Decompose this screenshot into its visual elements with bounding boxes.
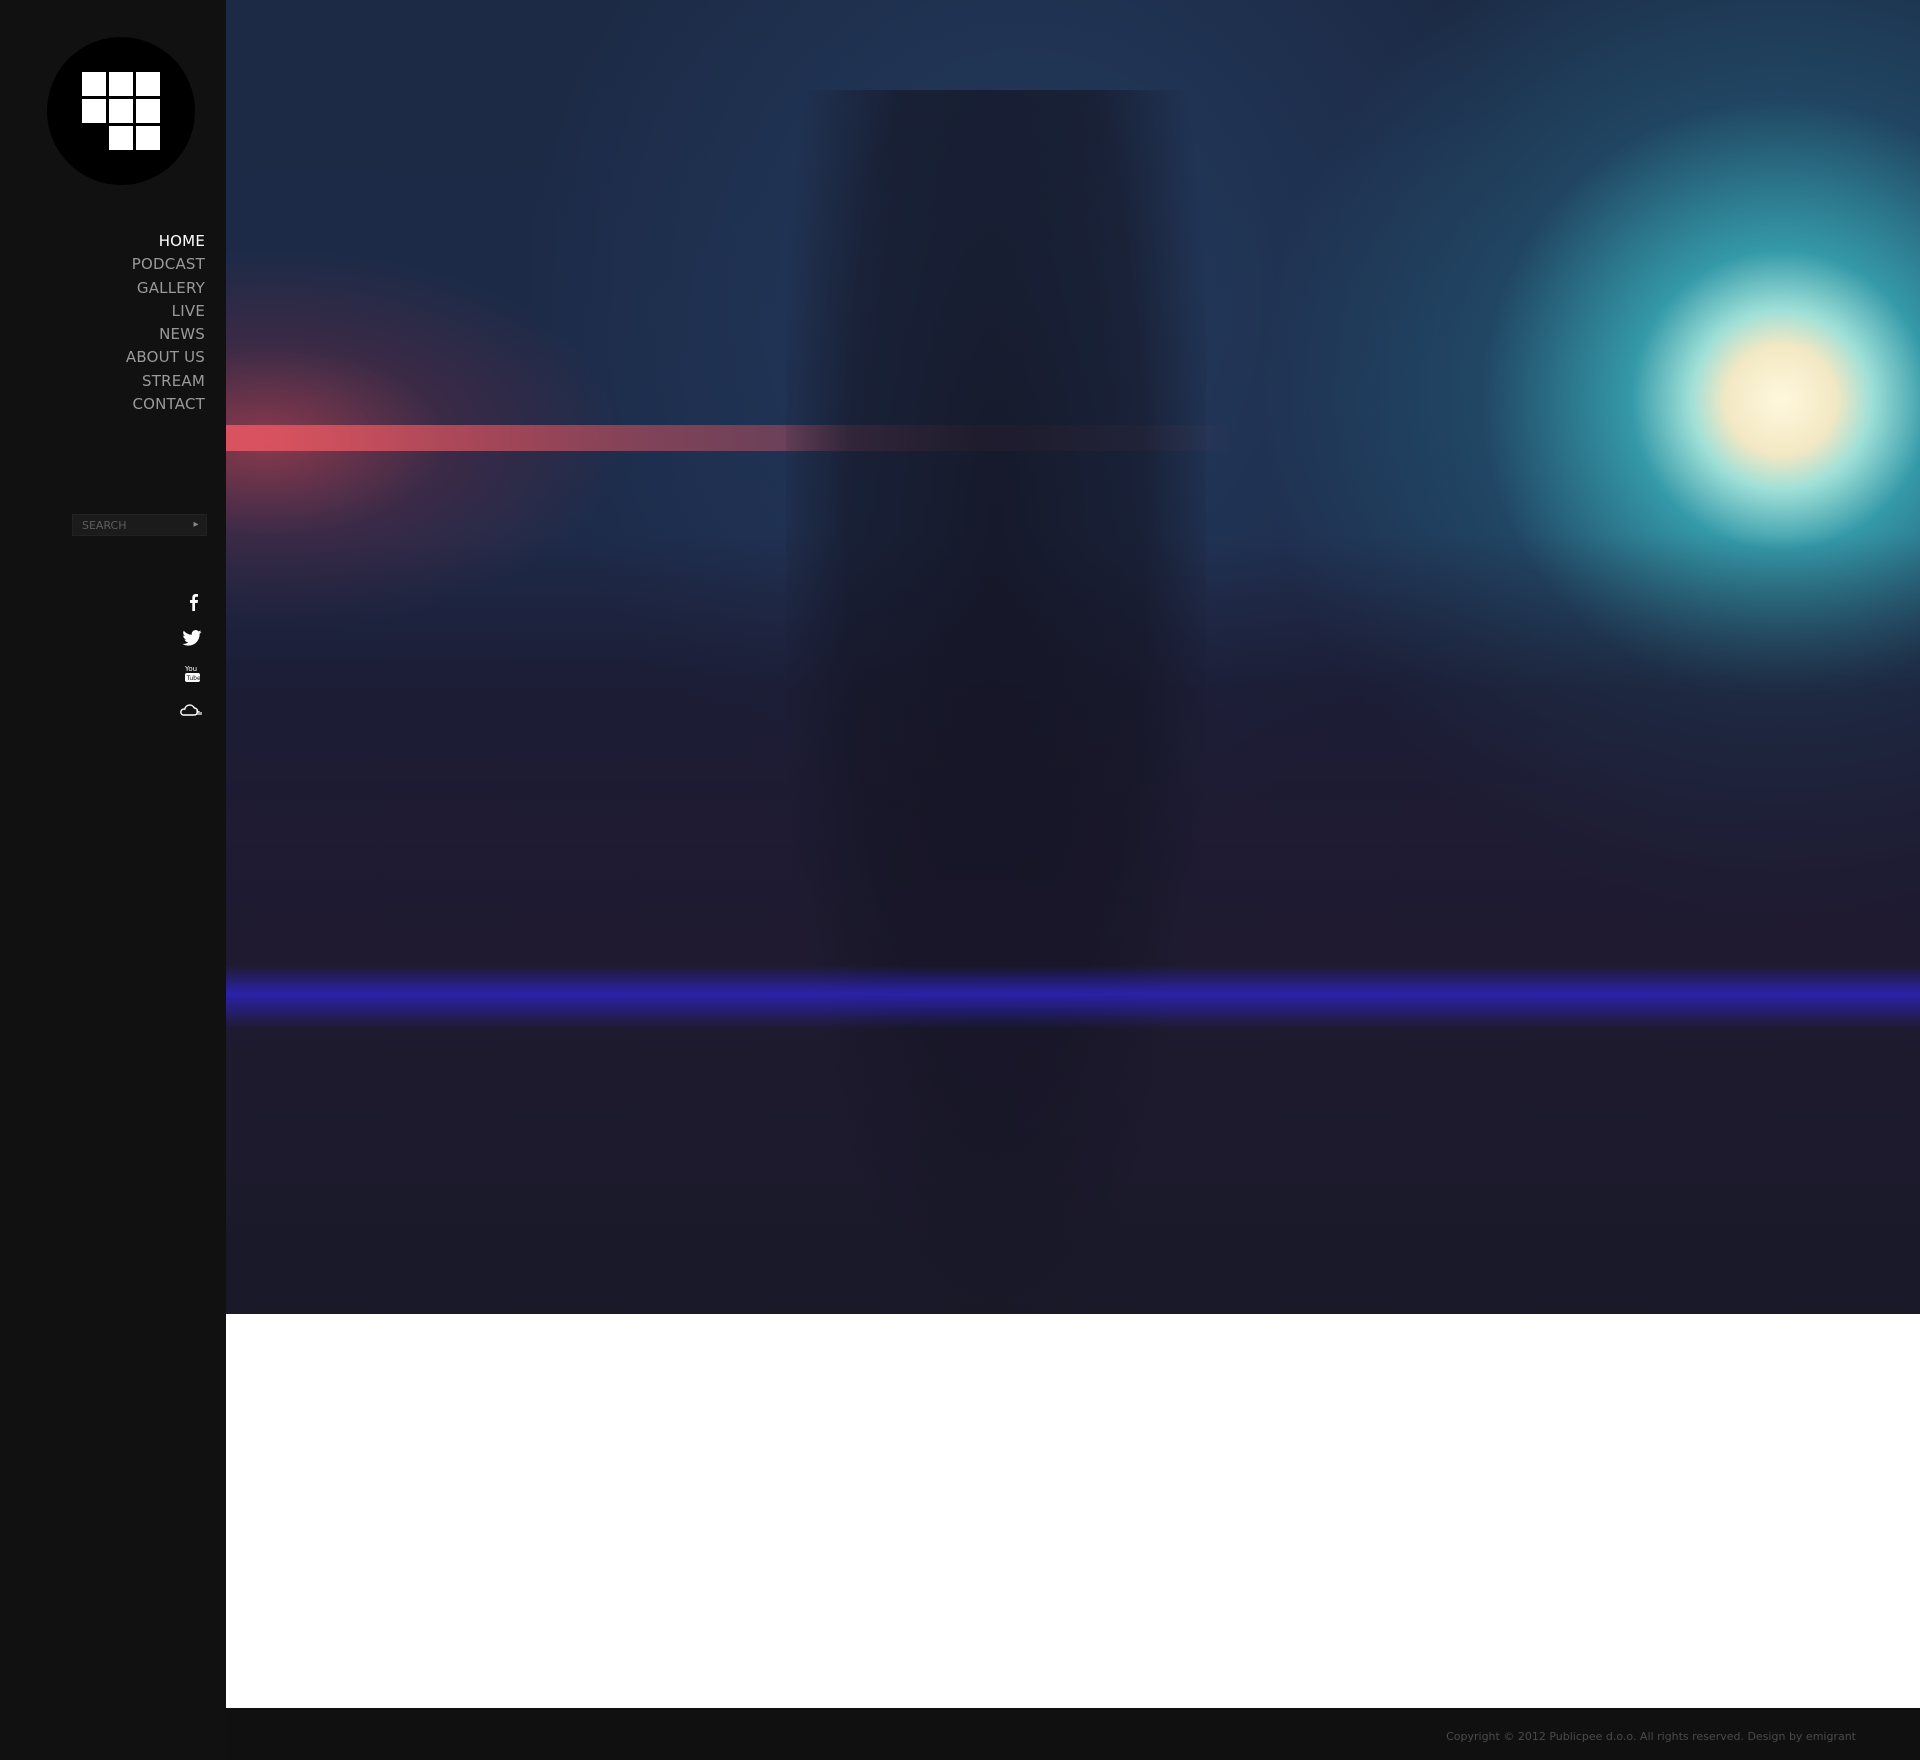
- twitter-icon: [182, 630, 202, 646]
- hero-image: [226, 0, 1920, 1314]
- soundcloud-link[interactable]: [162, 692, 202, 728]
- youtube-icon: You Tube: [184, 665, 201, 682]
- search-input[interactable]: [73, 515, 192, 535]
- social-links: You Tube: [162, 584, 202, 728]
- nav-item-live[interactable]: LIVE: [126, 300, 205, 323]
- nav-item-stream[interactable]: STREAM: [126, 370, 205, 393]
- nav-item-contact[interactable]: CONTACT: [126, 393, 205, 416]
- twitter-link[interactable]: [162, 620, 202, 656]
- logo[interactable]: [47, 37, 195, 185]
- logo-grid-icon: [82, 72, 160, 150]
- facebook-link[interactable]: [162, 584, 202, 620]
- nav-item-about-us[interactable]: ABOUT US: [126, 346, 205, 369]
- lens-flare-blue: [226, 965, 1920, 1029]
- svg-text:Tube: Tube: [186, 675, 201, 682]
- nav-item-gallery[interactable]: GALLERY: [126, 277, 205, 300]
- svg-text:You: You: [184, 665, 197, 673]
- footer-copyright: Copyright © 2012 Publicpee d.o.o. All ri…: [1446, 1730, 1856, 1743]
- main-nav: HOME PODCAST GALLERY LIVE NEWS ABOUT US …: [126, 230, 205, 416]
- nav-item-news[interactable]: NEWS: [126, 323, 205, 346]
- arrow-right-icon[interactable]: ▸: [186, 515, 206, 535]
- facebook-icon: [190, 594, 198, 611]
- youtube-link[interactable]: You Tube: [162, 656, 202, 692]
- soundcloud-icon: [180, 704, 202, 716]
- nav-item-home[interactable]: HOME: [126, 230, 205, 253]
- search-box: ▸: [72, 514, 207, 536]
- dancer-silhouette: [786, 90, 1206, 1314]
- content-area: [226, 1314, 1920, 1708]
- nav-item-podcast[interactable]: PODCAST: [126, 253, 205, 276]
- sidebar: HOME PODCAST GALLERY LIVE NEWS ABOUT US …: [0, 0, 226, 1760]
